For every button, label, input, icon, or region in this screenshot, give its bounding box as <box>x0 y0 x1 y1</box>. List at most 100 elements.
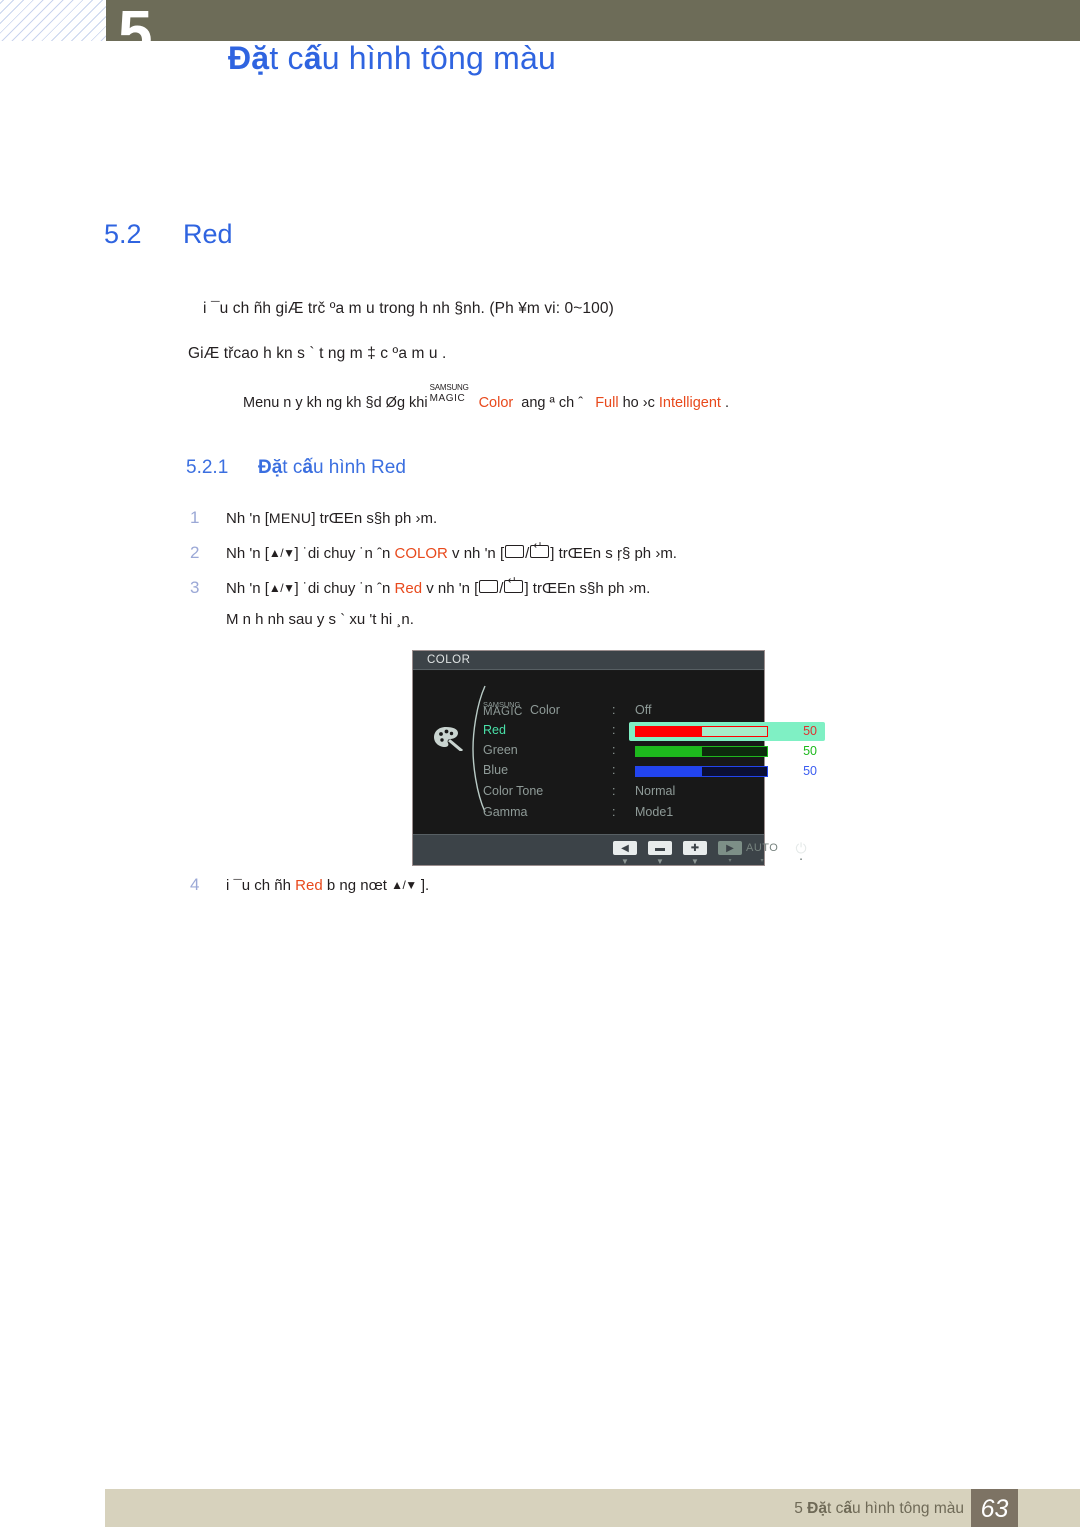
subsection-title-part-2: u hình Red <box>312 457 406 478</box>
step-index: 2 <box>190 543 200 562</box>
osd-slider-fill-green <box>636 747 702 756</box>
footer-title-part-2: u hình tông màu <box>851 1500 964 1517</box>
section-title: Red <box>183 219 233 249</box>
step-text-b: ] trŒEn s§h ph ›m. <box>311 510 438 527</box>
osd-magic-mid: MAGIC <box>483 706 523 718</box>
osd-enter-button-glyph-2 <box>530 541 550 558</box>
osd-row-colortone[interactable]: Color Tone : Normal <box>483 784 755 803</box>
subsection-title-bold-1: Đặ <box>258 457 283 478</box>
osd-label-red: Red <box>483 723 506 737</box>
header-chapter-number: 5 <box>118 0 152 68</box>
step-text-c: v nh 'n [ <box>426 580 479 597</box>
note-prefix: Menu n y kh ng kh §d Øg khi <box>243 395 428 411</box>
step-note: M n h nh sau y s ` xu 't hi ¸n. <box>226 611 414 628</box>
note-option-intelligent: Intelligent <box>658 395 721 411</box>
section-heading: 5.2 Red <box>104 219 233 250</box>
osd-footer-bar: ◀ ▼ ▬ ▼ ✚ ▼ ▶ ▾ AUTO ▾ ⏻ ▪ <box>413 834 807 866</box>
osd-title: COLOR <box>427 654 471 666</box>
osd-button-right[interactable]: ▶ <box>718 841 742 855</box>
step-text-a: Nh 'n [ <box>226 510 269 527</box>
osd-magic-word: Color <box>530 703 560 717</box>
step4-arrow-keys: ▲/▼ <box>391 878 417 892</box>
step-arrow-keys: ▲/▼ <box>268 581 295 595</box>
step-item: 4 i ¯u ch ñh Red b ng nœt ▲/▼ ]. <box>190 875 429 895</box>
osd-slider-blue[interactable]: 50 <box>629 762 825 781</box>
osd-button-plus[interactable]: ✚ <box>683 841 707 855</box>
osd-row-magiccolor[interactable]: SAMSUNG MAGIC Color : Off <box>483 700 755 722</box>
osd-row-red[interactable]: Red : 50 <box>483 722 825 742</box>
osd-enter-button-glyph-2 <box>504 576 524 593</box>
osd-caret-power: ▪ <box>799 857 803 863</box>
osd-enter-button-glyph-1 <box>479 580 499 593</box>
samsung-magic-logo: SAMSUNG MAGIC <box>429 383 478 407</box>
step4-text-b: b ng nœt <box>326 877 387 894</box>
osd-caret-auto: ▾ <box>760 858 764 864</box>
step-item: 3 Nh 'n [ ▲/▼ ] ˙di chuy ˙n ˆn Red v nh … <box>190 576 651 598</box>
osd-button-left[interactable]: ◀ <box>613 841 637 855</box>
osd-slider-red[interactable]: 50 <box>629 722 825 741</box>
step-item: 1 Nh 'n [ MENU ] trŒEn s§h ph ›m. <box>190 508 437 528</box>
osd-row-green[interactable]: Green : 50 <box>483 743 817 762</box>
osd-row-blue[interactable]: Blue : 50 <box>483 763 817 782</box>
osd-caret-right: ▾ <box>728 858 732 864</box>
step4-highlight-red: Red <box>295 877 323 894</box>
osd-colon: : <box>612 784 616 798</box>
osd-label-blue: Blue <box>483 763 509 777</box>
osd-label-green: Green <box>483 743 518 757</box>
note-line: Menu n y kh ng kh §d Øg khi SAMSUNG MAGI… <box>243 383 730 411</box>
page-number: 63 <box>980 1495 1009 1523</box>
osd-value-gamma: Mode1 <box>635 805 674 819</box>
note-joiner: ho ›c <box>622 395 655 411</box>
step-text-b: ] ˙di chuy ˙n ˆn <box>294 580 391 597</box>
step-highlight-red: Red <box>394 580 423 597</box>
page-title-bold-1: Đặ <box>228 40 270 76</box>
page-title-part-2: u hình tông màu <box>321 40 556 76</box>
step-index: 4 <box>190 875 200 894</box>
osd-value-magiccolor: Off <box>635 703 652 717</box>
step-text-d: ] trŒEn s§h ph ›m. <box>524 580 651 597</box>
osd-slider-fill-blue <box>636 767 702 776</box>
subsection-title-part-1: t c <box>282 457 303 478</box>
osd-auto-label[interactable]: AUTO <box>746 842 778 854</box>
samsung-magic-bottom: MAGIC <box>429 393 466 404</box>
osd-colon: : <box>612 763 616 777</box>
header-bar <box>106 0 1080 41</box>
subsection-title-bold-2: ấ <box>302 457 313 478</box>
section-number: 5.2 <box>104 219 142 249</box>
power-icon[interactable]: ⏻ <box>792 840 810 857</box>
section-paragraph-2: GiÆ třcao h kn s ` t ng m ‡ c ºa m u . <box>188 345 447 362</box>
osd-row-gamma[interactable]: Gamma : Mode1 <box>483 805 755 824</box>
note-middle: ang ª ch ˆ <box>521 395 584 411</box>
osd-caret-minus: ▼ <box>656 857 664 866</box>
osd-slider-track-red <box>635 726 768 737</box>
osd-slider-fill-red <box>636 727 702 736</box>
step-index: 1 <box>190 508 200 527</box>
osd-slider-value-green: 50 <box>803 744 817 758</box>
osd-slider-track-green <box>635 746 768 757</box>
osd-slider-value-red: 50 <box>803 724 817 738</box>
step-text-d: ] trŒEn s ŗ§ ph ›m. <box>550 545 677 562</box>
header-hatch-decoration <box>0 0 106 41</box>
osd-button-minus[interactable]: ▬ <box>648 841 672 855</box>
osd-label-gamma: Gamma <box>483 805 528 819</box>
footer-chapter: 5 <box>794 1500 808 1517</box>
subsection-heading: 5.2.1 Đặt cấu hình Red <box>186 457 406 479</box>
osd-slider-green[interactable]: 50 <box>629 742 825 761</box>
osd-caret-left: ▼ <box>621 857 629 866</box>
osd-caret-plus: ▼ <box>691 857 699 866</box>
step-text-b: ] ˙di chuy ˙n ˆn <box>294 545 391 562</box>
osd-slider-track-blue <box>635 766 768 777</box>
osd-slider-value-blue: 50 <box>803 764 817 778</box>
step-item: 2 Nh 'n [ ▲/▼ ] ˙di chuy ˙n ˆn COLOR v n… <box>190 541 677 563</box>
footer-title: 5 Đặt cấu hình tông màu <box>794 1500 964 1518</box>
osd-colon: : <box>612 723 616 737</box>
samsung-magic-top: SAMSUNG <box>429 383 469 392</box>
note-suffix: . <box>724 395 730 411</box>
footer-title-bold-2: ấ <box>843 1500 852 1517</box>
osd-label-colortone: Color Tone <box>483 784 544 798</box>
footer-title-bold-1: Đặ <box>807 1500 827 1517</box>
osd-screenshot: COLOR SAMSUNG MAGIC Color : Off Red : 50 <box>412 650 825 866</box>
osd-colon: : <box>612 703 616 717</box>
footer-title-part-1: t c <box>826 1500 844 1517</box>
step-index: 3 <box>190 578 200 597</box>
